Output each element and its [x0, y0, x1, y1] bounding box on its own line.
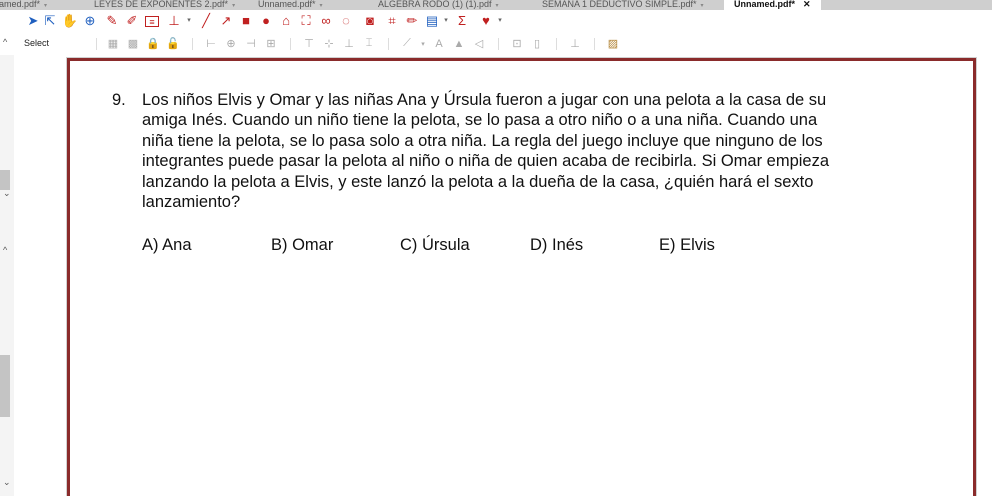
cloud-icon[interactable]: ⛶ — [298, 13, 314, 29]
font-size-icon[interactable]: A — [432, 37, 446, 50]
group-icon[interactable]: ▦ — [106, 37, 120, 50]
chevron-down-icon[interactable]: ▾ — [438, 13, 454, 29]
pencil-icon[interactable]: ✎ — [104, 13, 120, 29]
select-text-icon[interactable]: ⇱ — [42, 13, 58, 29]
align-right-icon[interactable]: ⊣ — [244, 37, 258, 50]
tab-semana-deductivo[interactable]: SEMANA 1 DEDUCTIVO SIMPLE.pdf* ▾ — [542, 0, 704, 10]
question-number: 9. — [112, 91, 126, 109]
chevron-up-icon[interactable]: ^ — [3, 37, 7, 47]
page-icon[interactable]: ▯ — [530, 37, 544, 50]
unlock-icon[interactable]: 🔓 — [166, 37, 180, 50]
callout-icon[interactable]: ◌ — [338, 13, 354, 29]
align-center-icon[interactable]: ⊕ — [224, 37, 238, 50]
side-panel-handle[interactable] — [0, 170, 10, 190]
align-left-icon[interactable]: ⊢ — [204, 37, 218, 50]
sum-icon[interactable]: Σ — [454, 13, 470, 29]
tab-unnamed-active[interactable]: Unnamed.pdf* ✕ — [724, 0, 821, 10]
separator — [96, 38, 97, 50]
hand-icon[interactable]: ✋ — [62, 13, 78, 29]
link-icon[interactable]: ∞ — [318, 13, 334, 29]
align-middle-icon[interactable]: ⊹ — [322, 37, 336, 50]
line-icon[interactable]: ╱ — [198, 13, 214, 29]
side-panel-scrollbar[interactable] — [0, 355, 10, 417]
separator — [498, 38, 499, 50]
arrow-left-icon[interactable]: ◁ — [472, 37, 486, 50]
separator — [290, 38, 291, 50]
lock-icon[interactable]: 🔒 — [146, 37, 160, 50]
option-d: D) Inés — [530, 236, 584, 254]
align-top-icon[interactable]: ⊤ — [302, 37, 316, 50]
stamp-icon[interactable]: ⊥ — [166, 13, 182, 29]
fit-icon[interactable]: ⊡ — [510, 37, 524, 50]
tab-bar: named.pdf*▾ LEYES DE EXPONENTES 2.pdf*▾ … — [0, 0, 992, 10]
option-b: B) Omar — [271, 236, 334, 254]
marker-icon[interactable]: ✐ — [124, 13, 140, 29]
chevron-down-icon[interactable]: ▾ — [492, 13, 508, 29]
separator — [192, 38, 193, 50]
tab-named[interactable]: named.pdf*▾ — [0, 0, 47, 10]
option-e: E) Elvis — [659, 236, 715, 254]
line-style-icon[interactable]: ⟋ — [400, 37, 414, 50]
select-label: Select — [24, 38, 50, 48]
tab-leyes-exponentes[interactable]: LEYES DE EXPONENTES 2.pdf* ▾ — [94, 0, 235, 10]
question-text: Los niños Elvis y Omar y las niñas Ana y… — [142, 91, 830, 212]
tab-algebra-rodo[interactable]: ALGEBRA RODO (1) (1).pdf ▾ — [378, 0, 499, 10]
option-a: A) Ana — [142, 236, 192, 254]
chevron-down-icon[interactable]: ⌄ — [3, 477, 11, 488]
chevron-down-icon[interactable]: ▾ — [416, 37, 430, 50]
eraser-icon[interactable]: ✏ — [404, 13, 420, 29]
textbox-icon[interactable]: ≡ — [145, 16, 159, 27]
distribute-vertical-icon[interactable]: ⌶ — [362, 37, 376, 50]
annotation-toolbar: ➤ ⇱ ✋ ⊕ ✎ ✐ ≡ ⊥ ▾ ╱ ↗ ■ ● ⌂ ⛶ ∞ ◌ ◙ ⌗ ✏ … — [0, 10, 992, 33]
chevron-up-icon[interactable]: ^ — [3, 245, 7, 255]
chevron-down-icon[interactable]: ▾ — [181, 13, 197, 29]
chevron-down-icon[interactable]: ⌄ — [3, 188, 11, 199]
ungroup-icon[interactable]: ▩ — [126, 37, 140, 50]
option-c: C) Úrsula — [400, 236, 470, 254]
zoom-icon[interactable]: ⊕ — [82, 13, 98, 29]
rectangle-icon[interactable]: ■ — [238, 13, 254, 29]
arrow-icon[interactable]: ↗ — [218, 13, 234, 29]
pointer-icon[interactable]: ➤ — [25, 13, 41, 29]
ellipse-icon[interactable]: ● — [258, 13, 274, 29]
stamp-icon[interactable]: ⊥ — [568, 37, 582, 50]
triangle-icon[interactable]: ▲ — [452, 37, 466, 50]
close-tab-icon[interactable]: ✕ — [803, 0, 811, 9]
distribute-icon[interactable]: ⊞ — [264, 37, 278, 50]
properties-toolbar: ^ Select ▦ ▩ 🔒 🔓 ⊢ ⊕ ⊣ ⊞ ⊤ ⊹ ⊥ ⌶ ⟋ ▾ A ▲… — [0, 33, 992, 55]
separator — [556, 38, 557, 50]
polygon-icon[interactable]: ⌂ — [278, 13, 294, 29]
crop-icon[interactable]: ⌗ — [384, 13, 400, 29]
align-bottom-icon[interactable]: ⊥ — [342, 37, 356, 50]
left-side-panel: ⌄ ^ ⌄ — [0, 55, 14, 496]
separator — [388, 38, 389, 50]
separator — [594, 38, 595, 50]
camera-icon[interactable]: ◙ — [362, 13, 378, 29]
tab-unnamed[interactable]: Unnamed.pdf* ▾ — [258, 0, 323, 10]
image-icon[interactable]: ▨ — [606, 37, 620, 50]
